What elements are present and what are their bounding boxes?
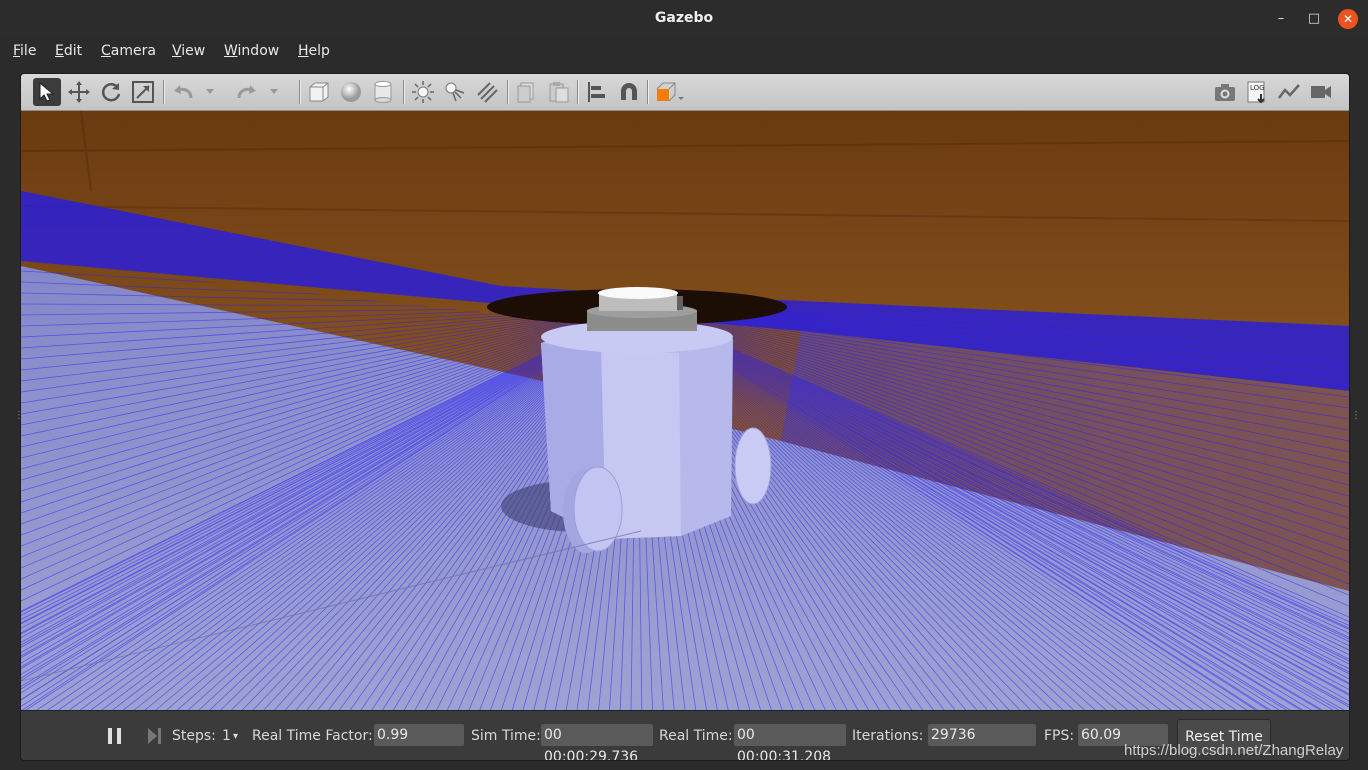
window-title: Gazebo bbox=[654, 10, 714, 26]
step-button[interactable] bbox=[147, 727, 163, 749]
menu-file[interactable]: File bbox=[13, 43, 36, 59]
select-arrow-icon[interactable] bbox=[33, 78, 61, 106]
steps-label: Steps: bbox=[172, 728, 216, 744]
real-time-field: 00 00:00:31.208 bbox=[734, 724, 846, 760]
log-icon-text: LOG bbox=[1250, 84, 1265, 92]
menu-help-label: elp bbox=[308, 43, 330, 59]
translate-icon[interactable] bbox=[65, 78, 93, 106]
rotate-icon[interactable] bbox=[97, 78, 125, 106]
menu-help[interactable]: Help bbox=[298, 43, 330, 59]
sim-time-field: 00 00:00:29.736 bbox=[541, 724, 653, 760]
menu-edit[interactable]: Edit bbox=[55, 43, 82, 59]
real-time-label: Real Time: bbox=[659, 728, 733, 744]
menu-file-mnemonic: F bbox=[13, 43, 21, 59]
scene-canvas[interactable] bbox=[21, 111, 1349, 710]
menu-camera-mnemonic: C bbox=[101, 43, 111, 59]
log-icon[interactable]: LOG bbox=[1243, 78, 1271, 106]
sim-time-label: Sim Time: bbox=[471, 728, 541, 744]
robot-wheel-left bbox=[573, 466, 623, 552]
right-splitter-handle[interactable]: ⋮ bbox=[1351, 410, 1361, 426]
left-splitter-handle[interactable]: ⋮ bbox=[14, 410, 24, 426]
sphere-shape-icon[interactable] bbox=[337, 78, 365, 106]
maximize-button[interactable]: □ bbox=[1304, 9, 1324, 29]
menu-camera[interactable]: Camera bbox=[101, 43, 156, 59]
steps-dropdown-icon[interactable]: ▾ bbox=[233, 731, 238, 742]
align-icon[interactable] bbox=[583, 78, 611, 106]
menu-window[interactable]: Window bbox=[224, 43, 279, 59]
menu-view-mnemonic: V bbox=[172, 43, 182, 59]
video-record-icon[interactable] bbox=[1307, 78, 1335, 106]
view-angle-icon[interactable] bbox=[653, 78, 687, 106]
screenshot-camera-icon[interactable] bbox=[1211, 78, 1239, 106]
menu-edit-label: dit bbox=[63, 43, 83, 59]
cylinder-shape-icon[interactable] bbox=[369, 78, 397, 106]
main-frame: LOG Steps: 1 ▾ Real Time Factor: 0.99 Si… bbox=[20, 73, 1350, 761]
menu-bar: File Edit Camera View Window Help bbox=[0, 38, 1368, 65]
rtf-field: 0.99 bbox=[374, 724, 464, 746]
iterations-label: Iterations: bbox=[852, 728, 924, 744]
toolbar-separator bbox=[403, 80, 405, 104]
toolbar-separator bbox=[647, 80, 649, 104]
redo-dropdown-icon[interactable] bbox=[267, 78, 281, 106]
steps-value[interactable]: 1 bbox=[222, 728, 231, 744]
watermark: https://blog.csdn.net/ZhangRelay bbox=[1124, 742, 1344, 759]
plot-icon[interactable] bbox=[1275, 78, 1303, 106]
directional-light-icon[interactable] bbox=[473, 78, 501, 106]
point-light-icon[interactable] bbox=[409, 78, 437, 106]
menu-window-mnemonic: W bbox=[224, 43, 238, 59]
box-shape-icon[interactable] bbox=[305, 78, 333, 106]
close-button[interactable]: ✕ bbox=[1338, 9, 1358, 29]
rtf-label: Real Time Factor: bbox=[252, 728, 373, 744]
toolbar-separator bbox=[299, 80, 301, 104]
toolbar-separator bbox=[163, 80, 165, 104]
menu-view[interactable]: View bbox=[172, 43, 205, 59]
iterations-field: 29736 bbox=[928, 724, 1036, 746]
3d-viewport[interactable] bbox=[21, 111, 1349, 710]
paste-icon[interactable] bbox=[545, 78, 573, 106]
minimize-button[interactable]: – bbox=[1271, 9, 1291, 29]
menu-edit-mnemonic: E bbox=[55, 43, 64, 59]
menu-help-mnemonic: H bbox=[298, 43, 309, 59]
title-bar: Gazebo – □ ✕ bbox=[0, 0, 1368, 38]
menu-file-label: ile bbox=[20, 43, 37, 59]
scale-icon[interactable] bbox=[129, 78, 157, 106]
toolbar-separator bbox=[507, 80, 509, 104]
fps-label: FPS: bbox=[1044, 728, 1075, 744]
menu-view-label: iew bbox=[181, 43, 206, 59]
snap-magnet-icon[interactable] bbox=[615, 78, 643, 106]
undo-dropdown-icon[interactable] bbox=[203, 78, 217, 106]
toolbar-separator bbox=[577, 80, 579, 104]
copy-icon[interactable] bbox=[513, 78, 541, 106]
lidar-cap-top bbox=[598, 287, 678, 299]
toolbar: LOG bbox=[21, 74, 1349, 111]
spot-light-icon[interactable] bbox=[441, 78, 469, 106]
pause-button[interactable] bbox=[107, 727, 123, 749]
menu-window-label: indow bbox=[237, 43, 280, 59]
redo-icon[interactable] bbox=[233, 78, 261, 106]
undo-icon[interactable] bbox=[169, 78, 197, 106]
menu-camera-label: amera bbox=[110, 43, 156, 59]
robot-wheel-right bbox=[734, 427, 772, 505]
